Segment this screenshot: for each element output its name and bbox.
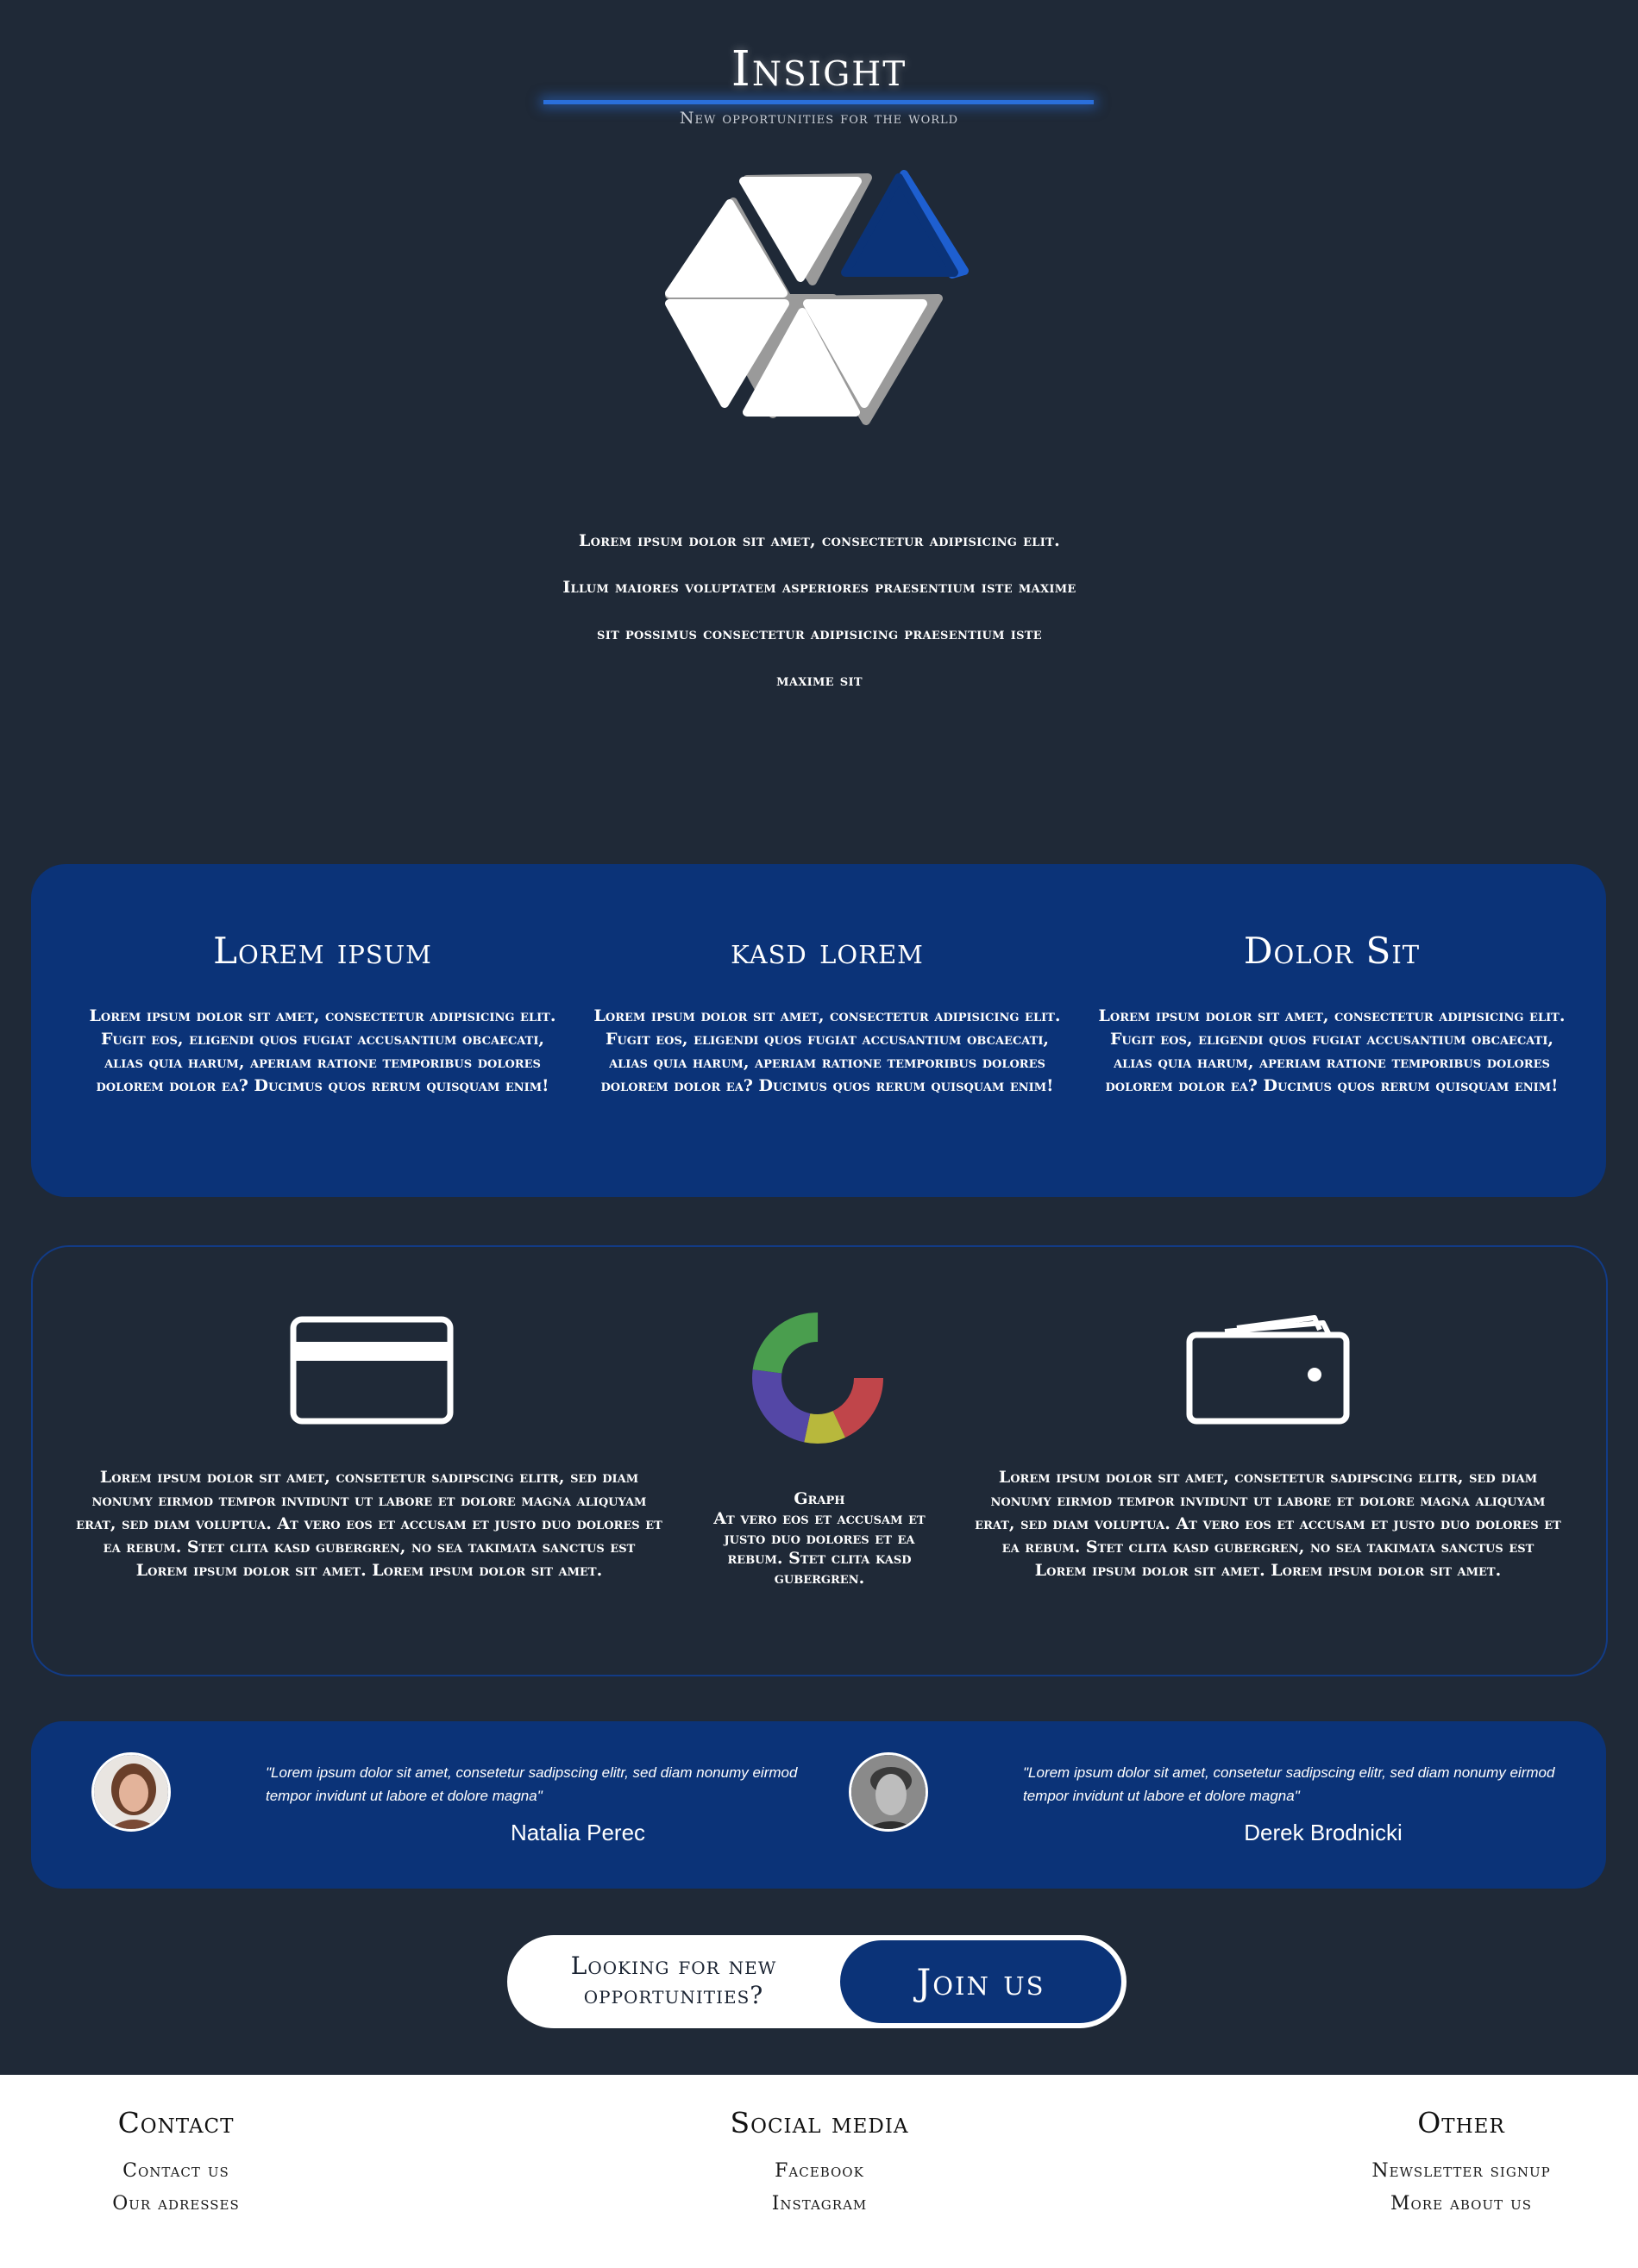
credit-card-icon: [290, 1316, 454, 1425]
feature-text: Lorem ipsum dolor sit amet, consectetur …: [593, 1006, 1061, 1095]
testimonial-name: Natalia Perec: [510, 1820, 646, 1845]
join-us-button[interactable]: Join us: [838, 1938, 1124, 2026]
graph-text: At vero eos et accusam et justo duo dolo…: [713, 1509, 926, 1588]
footer-link-more-about-us[interactable]: More about us: [1289, 2188, 1634, 2221]
intro-line: Lorem ipsum dolor sit amet, consectetur …: [578, 531, 1061, 550]
intro-text: Lorem ipsum dolor sit amet, consectetur …: [483, 517, 1156, 704]
graph-title: Graph: [794, 1489, 845, 1508]
feature-column: Lorem ipsum Lorem ipsum dolor sit amet, …: [81, 930, 564, 1098]
avatar: [849, 1752, 928, 1832]
footer-link-instagram[interactable]: Instagram: [647, 2188, 992, 2221]
cta-text-line: Looking for new: [570, 1952, 777, 1980]
hexagon-triangles-logo-icon: [665, 170, 969, 425]
footer-link-our-adresses[interactable]: Our adresses: [3, 2188, 348, 2221]
site-title: Insight: [731, 41, 907, 97]
feature-text: Lorem ipsum dolor sit amet, consectetur …: [1098, 1006, 1566, 1095]
intro-line: Illum maiores voluptatem asperiores prae…: [562, 578, 1076, 597]
title-underline: [543, 100, 1094, 104]
intro-line: maxime sit: [776, 671, 863, 690]
footer-social: Social media Facebook Instagram: [647, 2106, 992, 2221]
testimonial-quote: "Lorem ipsum dolor sit amet, consetetur …: [1023, 1764, 1555, 1804]
feature-text: Lorem ipsum dolor sit amet, consectetur …: [89, 1006, 556, 1095]
footer-other: Other Newsletter signup More about us: [1289, 2106, 1634, 2221]
icons-section: Lorem ipsum dolor sit amet, consetetur s…: [31, 1245, 1608, 1676]
feature-column: Dolor Sit Lorem ipsum dolor sit amet, co…: [1090, 930, 1573, 1098]
cta-text-line: opportunities?: [583, 1981, 764, 2009]
wallet-icon: [1186, 1315, 1350, 1425]
footer-contact: Contact Contact us Our adresses: [3, 2106, 348, 2221]
site-subtitle: New opportunities for the world: [679, 109, 959, 128]
cta-text: Looking for new opportunities?: [536, 1952, 812, 2010]
feature-title: Dolor Sit: [1243, 930, 1421, 972]
wallet-feature-text: Lorem ipsum dolor sit amet, consetetur s…: [975, 1468, 1561, 1580]
graph-feature: Graph At vero eos et accusam et justo du…: [697, 1488, 942, 1588]
feature-title: Lorem ipsum: [213, 930, 432, 972]
donut-chart-icon: [752, 1313, 883, 1444]
avatar: [91, 1752, 171, 1832]
footer-heading: Social media: [730, 2106, 909, 2140]
feature-column: kasd lorem Lorem ipsum dolor sit amet, c…: [586, 930, 1069, 1098]
card-feature-text: Lorem ipsum dolor sit amet, consetetur s…: [76, 1468, 662, 1580]
footer-link-facebook[interactable]: Facebook: [647, 2155, 992, 2188]
testimonial-quote: "Lorem ipsum dolor sit amet, consetetur …: [266, 1764, 798, 1804]
feature-title: kasd lorem: [731, 930, 924, 972]
testimonials-section: "Lorem ipsum dolor sit amet, consetetur …: [31, 1721, 1606, 1889]
footer-heading: Other: [1417, 2106, 1505, 2140]
features-section: Lorem ipsum Lorem ipsum dolor sit amet, …: [31, 864, 1606, 1197]
testimonial-name: Derek Brodnicki: [1244, 1820, 1403, 1845]
page-footer: Contact Contact us Our adresses Social m…: [0, 2075, 1638, 2268]
footer-link-newsletter-signup[interactable]: Newsletter signup: [1289, 2155, 1634, 2188]
footer-heading: Contact: [117, 2106, 235, 2140]
join-cta: Looking for new opportunities? Join us: [507, 1935, 1127, 2028]
footer-link-contact-us[interactable]: Contact us: [3, 2155, 348, 2188]
intro-line: sit possimus consectetur adipisicing pra…: [597, 624, 1042, 643]
